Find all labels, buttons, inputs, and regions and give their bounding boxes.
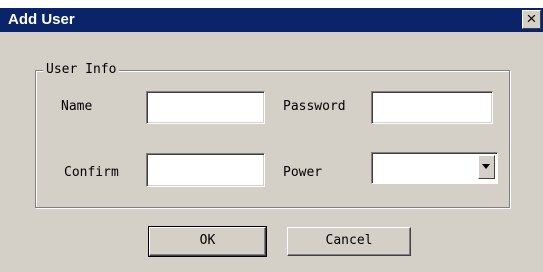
cancel-button[interactable]: Cancel [287,227,411,256]
name-label: Name [61,99,93,114]
password-input[interactable] [371,91,493,124]
title-bar[interactable]: Add User × [0,8,543,32]
ok-button[interactable]: OK [148,226,267,257]
add-user-dialog: Add User × User Info Name Password Confi… [0,8,543,272]
confirm-input[interactable] [146,153,265,187]
groupbox-legend: User Info [43,63,120,77]
power-dropdown-button[interactable] [478,155,495,179]
close-button[interactable]: × [522,10,541,29]
background-strip [0,0,543,8]
power-select[interactable] [371,152,498,184]
chevron-down-icon [482,164,490,169]
confirm-label: Confirm [64,165,119,180]
close-icon: × [526,9,537,28]
password-label: Password [283,99,346,114]
power-label: Power [283,165,323,180]
window-title: Add User [8,11,75,28]
name-input[interactable] [146,91,265,124]
